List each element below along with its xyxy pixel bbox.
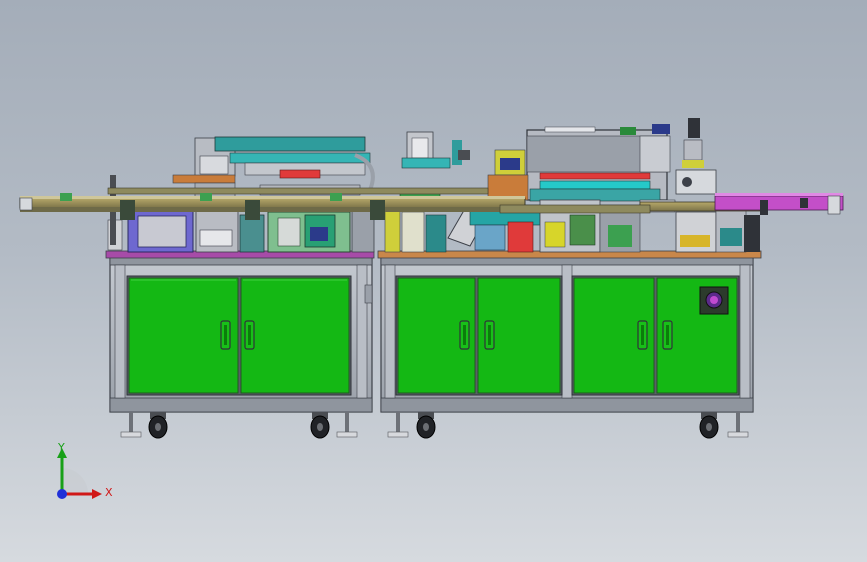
left-cabinet bbox=[109, 256, 373, 413]
right-station-mechanism bbox=[447, 118, 760, 253]
machine-assembly-drawing bbox=[19, 118, 844, 439]
left-cabinet-door-right[interactable] bbox=[240, 277, 350, 394]
x-axis-label: X bbox=[105, 486, 113, 499]
right-cabinet bbox=[380, 256, 754, 413]
emergency-stop-icon[interactable] bbox=[699, 286, 729, 315]
caster-wheel-icon bbox=[148, 412, 719, 439]
y-axis-label: Y bbox=[58, 441, 65, 454]
cad-viewport[interactable]: Y X bbox=[0, 0, 867, 562]
